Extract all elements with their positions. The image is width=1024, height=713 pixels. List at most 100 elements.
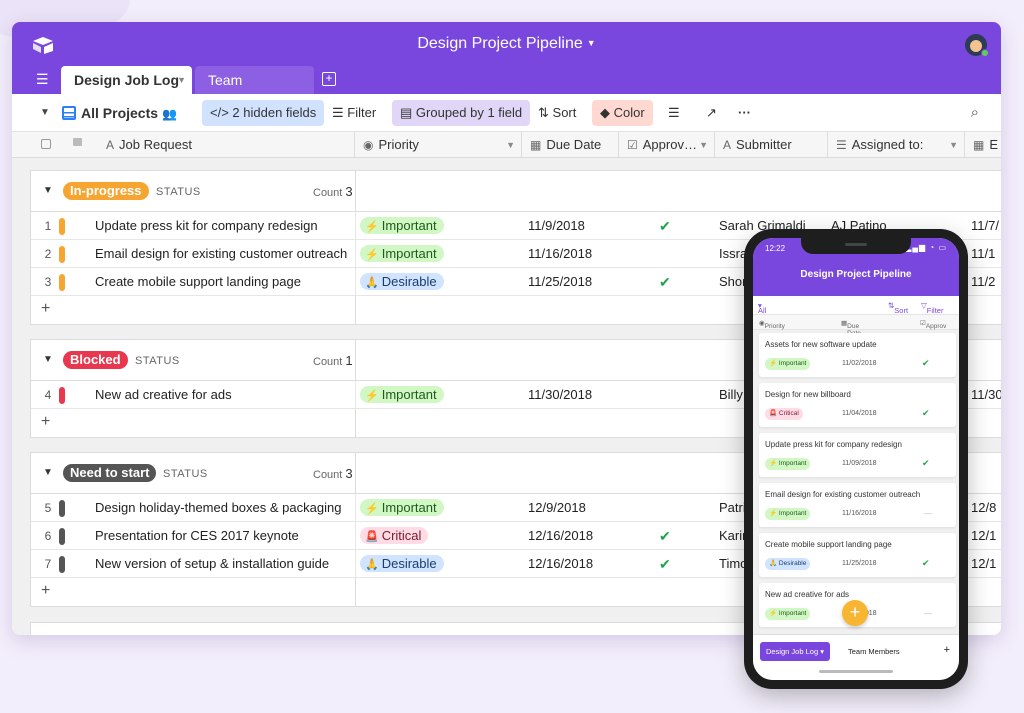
column-header-approved[interactable]: ☑ Approv… ▼ xyxy=(619,132,715,158)
card-title: Design for new billboard xyxy=(765,390,851,399)
cell-due-date[interactable]: 12/16/2018 xyxy=(528,522,618,550)
cell-due-date[interactable]: 12/9/2018 xyxy=(528,494,618,522)
phone-add-table-icon[interactable]: + xyxy=(944,644,950,656)
cell-last-column[interactable]: 12/1 xyxy=(971,522,1001,550)
priority-tag-icon: ⚡ xyxy=(365,221,379,233)
cell-job-request[interactable]: New ad creative for ads xyxy=(95,381,353,409)
phone-filter-button[interactable]: ▽ Filter xyxy=(921,301,943,315)
priority-tag: 🙏 Desirable xyxy=(360,555,444,572)
online-status-dot xyxy=(981,49,989,57)
priority-tag-icon: 🚨 xyxy=(769,410,778,417)
cell-last-column[interactable]: 11/30 xyxy=(971,381,1001,409)
phone-record-card[interactable]: Design for new billboard 🚨 Critical 11/0… xyxy=(759,383,956,427)
cell-priority[interactable]: 🙏 Desirable xyxy=(360,550,520,578)
phone-record-card[interactable]: Assets for new software update ⚡ Importa… xyxy=(759,333,956,377)
cell-priority[interactable]: ⚡ Important xyxy=(360,381,520,409)
column-header-job-request[interactable]: A Job Request xyxy=(12,132,355,158)
phone-view-switcher[interactable]: All Projects ▾ xyxy=(758,301,785,324)
phone-record-card[interactable]: Create mobile support landing page 🙏 Des… xyxy=(759,533,956,577)
column-header-assigned-to[interactable]: ☰ Assigned to: ▼ xyxy=(828,132,965,158)
cell-last-column[interactable]: 11/1 xyxy=(971,240,1001,268)
cell-priority[interactable]: 🙏 Desirable xyxy=(360,268,520,296)
cell-last-column[interactable]: 11/2 xyxy=(971,268,1001,296)
group-button[interactable]: ▤ Grouped by 1 field xyxy=(392,100,531,126)
cell-due-date[interactable]: 11/25/2018 xyxy=(528,268,618,296)
phone-bottom-bar: Design Job Log ▾ Team Members + xyxy=(753,634,959,680)
priority-tag-icon: 🙏 xyxy=(769,560,778,567)
chevron-down-icon[interactable]: ▼ xyxy=(177,66,186,94)
card-title: Assets for new software update xyxy=(765,340,877,349)
collaborative-view-icon: 👥 xyxy=(162,107,177,121)
share-icon[interactable]: ↗ xyxy=(698,100,725,126)
cell-priority[interactable]: ⚡ Important xyxy=(360,494,520,522)
group-header[interactable]: ▼ In-progress STATUS Count 3 xyxy=(31,171,1001,212)
cell-due-date[interactable]: 11/30/2018 xyxy=(528,381,618,409)
color-button[interactable]: ◆ Color xyxy=(592,100,653,126)
collapse-caret-icon[interactable]: ▼ xyxy=(43,354,53,365)
column-header-due-date[interactable]: ▦ Due Date xyxy=(522,132,619,158)
search-icon[interactable]: ⌕ xyxy=(963,100,987,126)
cell-due-date[interactable]: 11/16/2018 xyxy=(528,240,618,268)
cell-approved-check-icon[interactable]: ✔ xyxy=(659,522,679,550)
cell-approved-check-icon[interactable]: ✔ xyxy=(659,268,679,296)
row-height-icon[interactable]: ☰ xyxy=(660,100,688,126)
view-switcher[interactable]: All Projects 👥 xyxy=(54,100,185,126)
tab-team-members[interactable]: Team Members xyxy=(195,66,314,116)
collapse-caret-icon[interactable]: ▼ xyxy=(43,185,53,196)
phone-record-card[interactable]: Update press kit for company redesign ⚡ … xyxy=(759,433,956,477)
row-number: 4 xyxy=(44,388,52,402)
cell-job-request[interactable]: New version of setup & installation guid… xyxy=(95,550,353,578)
priority-tag-icon: ⚡ xyxy=(769,510,778,517)
cell-approved-check-icon[interactable] xyxy=(659,240,679,268)
phone-title[interactable]: Design Project Pipeline xyxy=(753,269,959,280)
cell-priority[interactable]: ⚡ Important xyxy=(360,240,520,268)
base-title[interactable]: Design Project Pipeline ▼ xyxy=(12,35,1001,53)
check-icon: ✔ xyxy=(922,458,930,468)
cell-job-request[interactable]: Email design for existing customer outre… xyxy=(95,240,353,268)
cell-priority[interactable]: 🚨 Critical xyxy=(360,522,520,550)
phone-tab-team-members[interactable]: Team Members xyxy=(848,647,900,656)
cell-approved-check-icon[interactable]: ✔ xyxy=(659,212,679,240)
chevron-down-icon[interactable]: ▼ xyxy=(699,132,708,158)
cell-approved-check-icon[interactable] xyxy=(659,381,679,409)
priority-tag-icon: ⚡ xyxy=(365,249,379,261)
phone-status-icons: ▂▄▆ ◔ ▭ xyxy=(905,243,947,252)
column-header-submitter[interactable]: A Submitter xyxy=(715,132,828,158)
cell-due-date[interactable]: 11/9/2018 xyxy=(528,212,618,240)
chevron-down-icon[interactable]: ▼ xyxy=(506,132,515,158)
select-all-checkbox[interactable] xyxy=(41,139,51,149)
collapse-caret-icon[interactable]: ▼ xyxy=(43,467,53,478)
cell-last-column[interactable]: 12/8 xyxy=(971,494,1001,522)
cell-job-request[interactable]: Create mobile support landing page xyxy=(95,268,353,296)
group-status-pill: Blocked xyxy=(63,351,128,369)
hamburger-icon[interactable]: ☰ xyxy=(36,72,49,86)
row-color-indicator xyxy=(59,500,65,517)
card-priority-tag: ⚡ Important xyxy=(765,358,811,370)
cell-due-date[interactable]: 12/16/2018 xyxy=(528,550,618,578)
cell-approved-check-icon[interactable]: ✔ xyxy=(659,550,679,578)
column-header-priority[interactable]: ◉ Priority ▼ xyxy=(355,132,522,158)
cell-job-request[interactable]: Design holiday-themed boxes & packaging xyxy=(95,494,353,522)
column-header-last[interactable]: ▦ E xyxy=(965,132,1001,158)
add-record-fab[interactable]: + xyxy=(842,600,868,626)
cell-priority[interactable]: ⚡ Important xyxy=(360,212,520,240)
checkbox-field-icon: ☑ xyxy=(627,138,638,152)
cell-job-request[interactable]: Update press kit for company redesign xyxy=(95,212,353,240)
tab-design-job-log[interactable]: Design Job Log ▼ xyxy=(61,66,192,94)
color-icon: ◆ xyxy=(600,105,610,120)
more-icon[interactable]: ··· xyxy=(730,100,759,126)
cell-approved-check-icon[interactable] xyxy=(659,494,679,522)
add-table-plus-icon[interactable]: + xyxy=(322,72,336,86)
cell-job-request[interactable]: Presentation for CES 2017 keynote xyxy=(95,522,353,550)
chevron-down-icon[interactable]: ▼ xyxy=(949,132,958,158)
phone-sort-button[interactable]: ⇅ Sort xyxy=(888,301,908,315)
cell-last-column[interactable]: 12/1 xyxy=(971,550,1001,578)
phone-tab-design-job-log[interactable]: Design Job Log ▾ xyxy=(760,642,830,661)
view-toolbar: ▼ All Projects 👥 </> 2 hidden fields ☰ Fi… xyxy=(12,94,1001,132)
sort-button[interactable]: ⇅ Sort xyxy=(530,100,584,126)
hidden-fields-button[interactable]: </> 2 hidden fields xyxy=(202,100,325,126)
cell-last-column[interactable]: 11/7/ xyxy=(971,212,1001,240)
plus-icon: + xyxy=(41,413,51,430)
filter-button[interactable]: ☰ Filter xyxy=(324,100,384,126)
phone-record-card[interactable]: Email design for existing customer outre… xyxy=(759,483,956,527)
